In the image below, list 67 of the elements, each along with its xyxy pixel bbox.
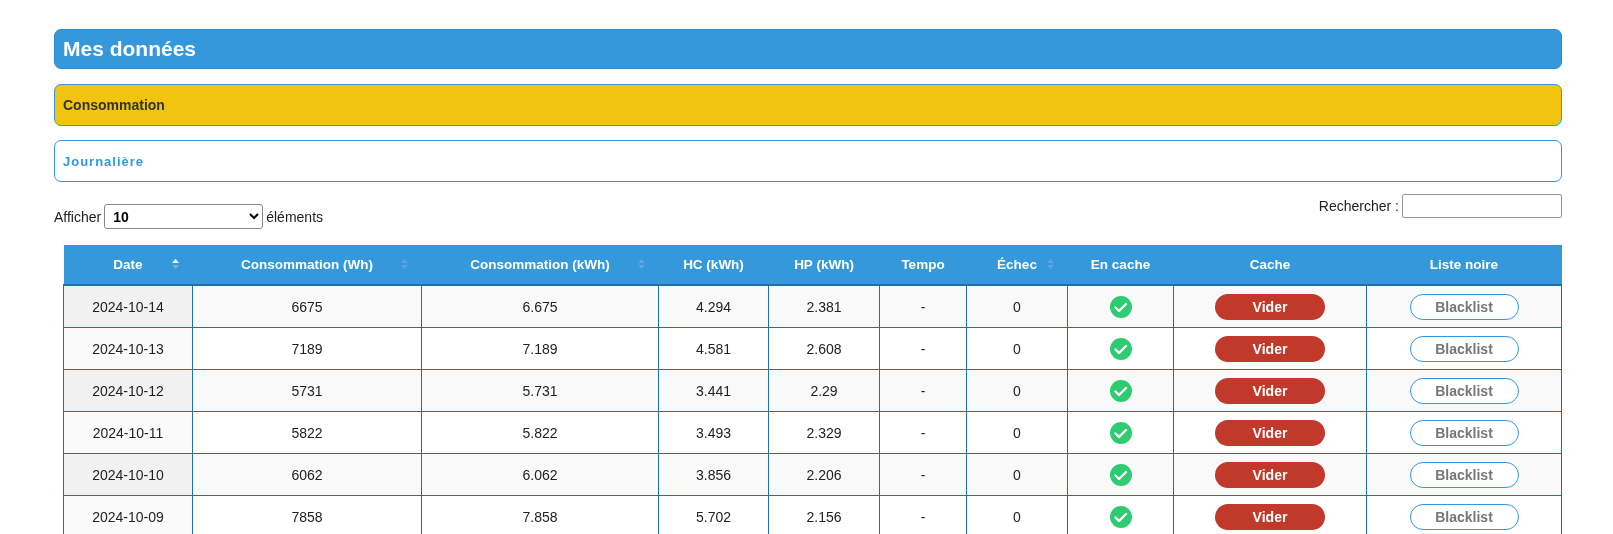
table-cell: 2.608: [806, 340, 842, 357]
subsection-header[interactable]: Journalière: [54, 140, 1562, 182]
table-cell: 6.675: [522, 298, 558, 315]
show-label: Afficher: [54, 208, 102, 225]
table-cell: 7858: [291, 508, 323, 525]
blacklist-button[interactable]: Blacklist: [1409, 293, 1519, 320]
table-cell: 2.206: [806, 466, 842, 483]
table-cell: 7.858: [522, 508, 558, 525]
table-cell: 3.493: [695, 424, 731, 441]
table-cell: 5.731: [522, 382, 558, 399]
entries-label: éléments: [266, 208, 324, 225]
table-cell: -: [920, 424, 926, 441]
table-cell: 5.822: [522, 424, 558, 441]
column-header[interactable]: Date: [113, 257, 143, 272]
table-cell: 3.856: [695, 466, 731, 483]
table-cell: 2024-10-10: [92, 466, 164, 483]
table-cell: 0: [1013, 382, 1021, 399]
clear-button[interactable]: Vider: [1215, 461, 1325, 488]
blacklist-button[interactable]: Blacklist: [1409, 335, 1519, 362]
column-header[interactable]: Tempo: [901, 257, 945, 272]
table-cell: -: [920, 508, 926, 525]
table-cell: 0: [1013, 340, 1021, 357]
page-title: Mes données: [54, 29, 1562, 69]
table-cell: 6.062: [522, 466, 558, 483]
search-label: Rechercher :: [1318, 198, 1399, 214]
search-field[interactable]: [1402, 194, 1562, 218]
table-cell: -: [920, 340, 926, 357]
table-cell: 5.702: [695, 508, 731, 525]
table-cell: 2.329: [806, 424, 842, 441]
table-cell: 0: [1013, 424, 1021, 441]
table-cell: 2.156: [806, 508, 842, 525]
table-cell: 2024-10-12: [92, 382, 164, 399]
table-cell: 3.441: [695, 382, 731, 399]
table-cell: 2024-10-14: [92, 298, 164, 315]
table-cell: 4.581: [695, 340, 731, 357]
table-cell: 2.381: [806, 298, 842, 315]
blacklist-button[interactable]: Blacklist: [1409, 377, 1519, 404]
column-header[interactable]: Cache: [1249, 257, 1291, 272]
clear-button[interactable]: Vider: [1215, 419, 1325, 446]
table-cell: 2024-10-09: [92, 508, 164, 525]
clear-button[interactable]: Vider: [1215, 503, 1325, 530]
table-cell: 7.189: [522, 340, 558, 357]
column-header[interactable]: Liste noire: [1429, 257, 1499, 272]
table-cell: 6062: [291, 466, 323, 483]
table-cell: -: [920, 298, 926, 315]
table-cell: 4.294: [695, 298, 731, 315]
table-cell: 5822: [291, 424, 323, 441]
table-cell: 0: [1013, 466, 1021, 483]
blacklist-button[interactable]: Blacklist: [1409, 461, 1519, 488]
clear-button[interactable]: Vider: [1215, 293, 1325, 320]
table-cell: 2024-10-13: [92, 340, 164, 357]
clear-button[interactable]: Vider: [1215, 335, 1325, 362]
table-cell: 7189: [291, 340, 323, 357]
blacklist-button[interactable]: Blacklist: [1409, 503, 1519, 530]
table-cell: 2024-10-11: [92, 424, 164, 441]
blacklist-button[interactable]: Blacklist: [1409, 419, 1519, 446]
table-cell: 0: [1013, 298, 1021, 315]
page-size-select[interactable]: 10: [104, 204, 264, 229]
table-cell: -: [920, 466, 926, 483]
table-cell: 0: [1013, 508, 1021, 525]
section-header[interactable]: Consommation: [54, 84, 1562, 126]
clear-button[interactable]: Vider: [1215, 377, 1325, 404]
table-cell: -: [920, 382, 926, 399]
table-cell: 6675: [291, 298, 323, 315]
table-cell: 5731: [291, 382, 323, 399]
table-cell: 2.29: [810, 382, 838, 399]
column-header[interactable]: Échec: [997, 257, 1037, 272]
